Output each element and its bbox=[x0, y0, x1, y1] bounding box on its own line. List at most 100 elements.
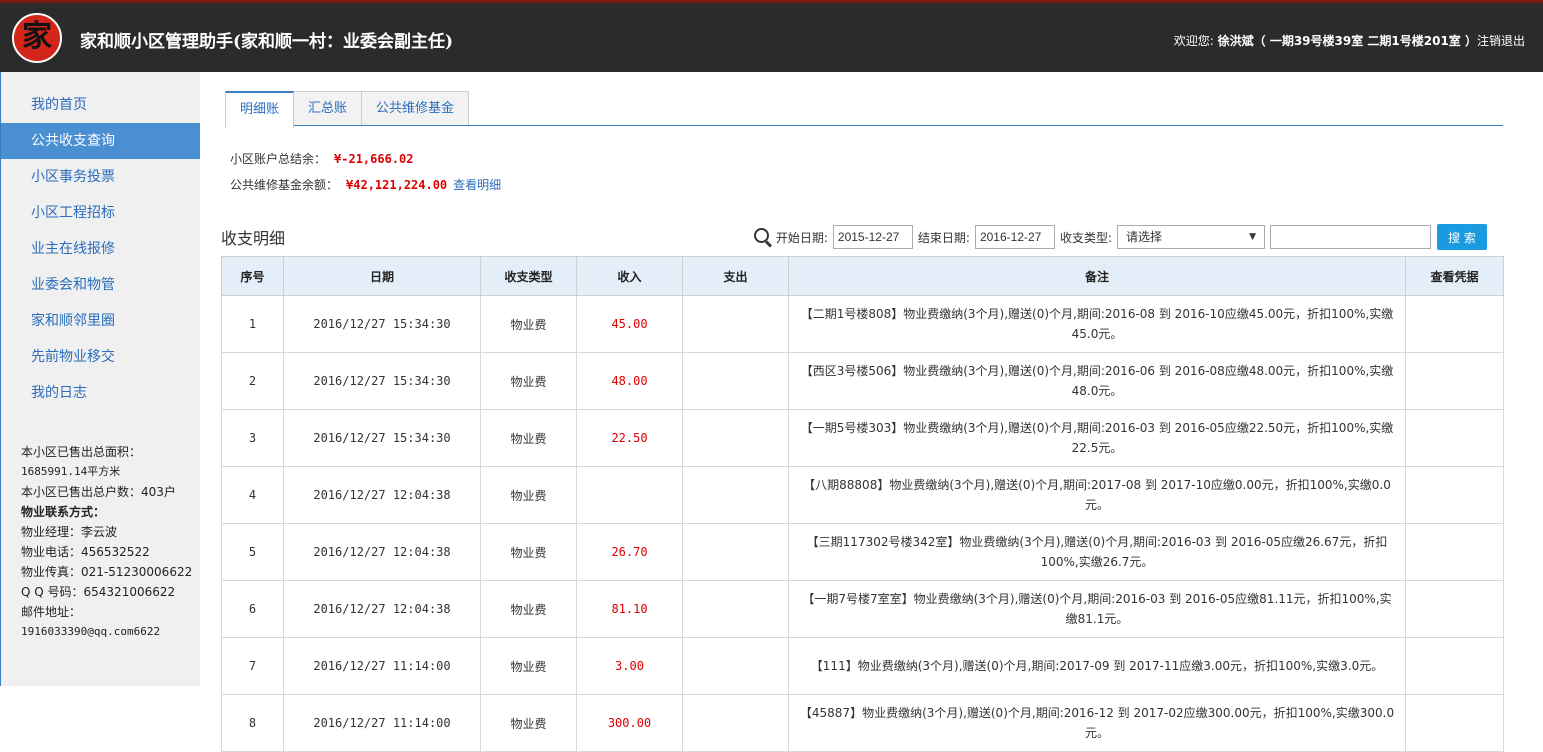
start-date-label: 开始日期: bbox=[775, 230, 828, 245]
fund-balance: 公共维修基金余额： ¥42,121,224.00 查看明细 bbox=[230, 172, 501, 198]
filter-bar: 开始日期: 结束日期: 收支类型: 请选择 ▼ 搜 索 bbox=[753, 224, 1487, 250]
start-date-input[interactable] bbox=[832, 225, 913, 249]
row-note: 【三期117302号楼342室】物业费缴纳(3个月),赠送(0)个月,期间:20… bbox=[788, 523, 1406, 581]
sidebar-item-voting[interactable]: 小区事务投票 bbox=[1, 159, 200, 195]
view-detail-link[interactable]: 查看明细 bbox=[453, 178, 501, 192]
row-date: 2016/12/27 15:34:30 bbox=[283, 295, 481, 353]
sidebar-item-handover[interactable]: 先前物业移交 bbox=[1, 339, 200, 375]
row-expense bbox=[682, 523, 789, 581]
sidebar: 我的首页 公共收支查询 小区事务投票 小区工程招标 业主在线报修 业委会和物管 … bbox=[0, 72, 200, 686]
row-voucher[interactable] bbox=[1405, 352, 1504, 410]
sidebar-item-home[interactable]: 我的首页 bbox=[1, 87, 200, 123]
transactions-table: 序号 日期 收支类型 收入 支出 备注 查看凭据 1 2016/12/27 15… bbox=[221, 256, 1504, 752]
row-income: 300.00 bbox=[576, 694, 683, 752]
section-title: 收支明细 bbox=[221, 229, 286, 248]
row-no: 5 bbox=[221, 523, 284, 581]
row-voucher[interactable] bbox=[1405, 580, 1504, 638]
total-balance-value: ¥-21,666.02 bbox=[334, 152, 414, 166]
total-balance: 小区账户总结余： ¥-21,666.02 bbox=[230, 146, 501, 172]
row-expense bbox=[682, 409, 789, 467]
top-header: 家 家和顺小区管理助手(家和顺一村：业委会副主任) 欢迎您: 徐洪斌（ 一期39… bbox=[0, 0, 1543, 72]
row-income: 81.10 bbox=[576, 580, 683, 638]
col-header-type: 收支类型 bbox=[480, 256, 577, 296]
keyword-input[interactable] bbox=[1270, 225, 1431, 249]
logout-link[interactable]: 注销退出 bbox=[1477, 34, 1525, 48]
row-no: 3 bbox=[221, 409, 284, 467]
row-no: 7 bbox=[221, 637, 284, 695]
search-button[interactable]: 搜 索 bbox=[1437, 224, 1487, 250]
row-income bbox=[576, 466, 683, 524]
table-row: 7 2016/12/27 11:14:00 物业费 3.00 【111】物业费缴… bbox=[221, 637, 1504, 695]
sidebar-item-neighbors[interactable]: 家和顺邻里圈 bbox=[1, 303, 200, 339]
end-date-input[interactable] bbox=[974, 225, 1055, 249]
row-voucher[interactable] bbox=[1405, 523, 1504, 581]
table-header-row: 序号 日期 收支类型 收入 支出 备注 查看凭据 bbox=[221, 256, 1504, 296]
col-header-no: 序号 bbox=[221, 256, 284, 296]
row-note: 【一期7号楼7室室】物业费缴纳(3个月),赠送(0)个月,期间:2016-03 … bbox=[788, 580, 1406, 638]
row-voucher[interactable] bbox=[1405, 295, 1504, 353]
sidebar-nav: 我的首页 公共收支查询 小区事务投票 小区工程招标 业主在线报修 业委会和物管 … bbox=[1, 72, 200, 411]
logo: 家 bbox=[12, 13, 62, 63]
row-income: 45.00 bbox=[576, 295, 683, 353]
fund-balance-value: ¥42,121,224.00 bbox=[346, 178, 448, 192]
contact-heading: 物业联系方式： bbox=[21, 505, 106, 519]
row-voucher[interactable] bbox=[1405, 694, 1504, 752]
contact-phone: 物业电话：456532522 bbox=[21, 545, 150, 559]
row-expense bbox=[682, 694, 789, 752]
row-voucher[interactable] bbox=[1405, 637, 1504, 695]
col-header-date: 日期 bbox=[283, 256, 481, 296]
row-type: 物业费 bbox=[480, 466, 577, 524]
tab-detail[interactable]: 明细账 bbox=[225, 91, 295, 128]
tab-divider bbox=[225, 125, 1503, 126]
col-header-voucher: 查看凭据 bbox=[1405, 256, 1504, 296]
row-date: 2016/12/27 12:04:38 bbox=[283, 466, 481, 524]
end-date-label: 结束日期: bbox=[917, 230, 970, 245]
row-no: 1 bbox=[221, 295, 284, 353]
row-date: 2016/12/27 15:34:30 bbox=[283, 409, 481, 467]
row-income: 3.00 bbox=[576, 637, 683, 695]
row-type: 物业费 bbox=[480, 580, 577, 638]
contact-fax: 物业传真：021-51230006622 bbox=[21, 565, 193, 579]
table-row: 1 2016/12/27 15:34:30 物业费 45.00 【二期1号楼80… bbox=[221, 295, 1504, 353]
row-note: 【八期88808】物业费缴纳(3个月),赠送(0)个月,期间:2017-08 到… bbox=[788, 466, 1406, 524]
row-no: 4 bbox=[221, 466, 284, 524]
row-expense bbox=[682, 466, 789, 524]
chevron-down-icon: ▼ bbox=[1249, 232, 1256, 242]
row-type: 物业费 bbox=[480, 637, 577, 695]
sidebar-item-committee[interactable]: 业委会和物管 bbox=[1, 267, 200, 303]
tab-bar: 明细账 汇总账 公共维修基金 bbox=[225, 91, 470, 128]
user-address: （ 一期39号楼39室 二期1号楼201室 ） bbox=[1253, 34, 1477, 48]
type-select[interactable]: 请选择 ▼ bbox=[1117, 225, 1265, 249]
row-expense bbox=[682, 580, 789, 638]
welcome-bar: 欢迎您: 徐洪斌（ 一期39号楼39室 二期1号楼201室 ）注销退出 bbox=[1174, 32, 1525, 49]
row-note: 【二期1号楼808】物业费缴纳(3个月),赠送(0)个月,期间:2016-08 … bbox=[788, 295, 1406, 353]
fund-balance-label: 公共维修基金余额： bbox=[230, 178, 339, 192]
table-row: 2 2016/12/27 15:34:30 物业费 48.00 【西区3号楼50… bbox=[221, 352, 1504, 410]
row-income: 26.70 bbox=[576, 523, 683, 581]
tab-maintenance-fund[interactable]: 公共维修基金 bbox=[361, 91, 470, 126]
sidebar-item-repair[interactable]: 业主在线报修 bbox=[1, 231, 200, 267]
row-voucher[interactable] bbox=[1405, 409, 1504, 467]
app-title: 家和顺小区管理助手(家和顺一村：业委会副主任) bbox=[80, 32, 454, 52]
row-voucher[interactable] bbox=[1405, 466, 1504, 524]
area-value: 1685991.14平方米 bbox=[21, 465, 121, 478]
row-type: 物业费 bbox=[480, 694, 577, 752]
tab-summary[interactable]: 汇总账 bbox=[293, 91, 363, 126]
sidebar-item-public-finance[interactable]: 公共收支查询 bbox=[1, 123, 200, 159]
row-type: 物业费 bbox=[480, 409, 577, 467]
row-income: 22.50 bbox=[576, 409, 683, 467]
row-type: 物业费 bbox=[480, 295, 577, 353]
row-income: 48.00 bbox=[576, 352, 683, 410]
row-no: 8 bbox=[221, 694, 284, 752]
table-row: 6 2016/12/27 12:04:38 物业费 81.10 【一期7号楼7室… bbox=[221, 580, 1504, 638]
row-expense bbox=[682, 637, 789, 695]
search-icon bbox=[753, 228, 772, 248]
table-row: 8 2016/12/27 11:14:00 物业费 300.00 【45887】… bbox=[221, 694, 1504, 752]
sidebar-item-log[interactable]: 我的日志 bbox=[1, 375, 200, 411]
row-note: 【一期5号楼303】物业费缴纳(3个月),赠送(0)个月,期间:2016-03 … bbox=[788, 409, 1406, 467]
table-row: 3 2016/12/27 15:34:30 物业费 22.50 【一期5号楼30… bbox=[221, 409, 1504, 467]
row-note: 【西区3号楼506】物业费缴纳(3个月),赠送(0)个月,期间:2016-06 … bbox=[788, 352, 1406, 410]
sidebar-item-bidding[interactable]: 小区工程招标 bbox=[1, 195, 200, 231]
row-no: 2 bbox=[221, 352, 284, 410]
row-note: 【45887】物业费缴纳(3个月),赠送(0)个月,期间:2016-12 到 2… bbox=[788, 694, 1406, 752]
